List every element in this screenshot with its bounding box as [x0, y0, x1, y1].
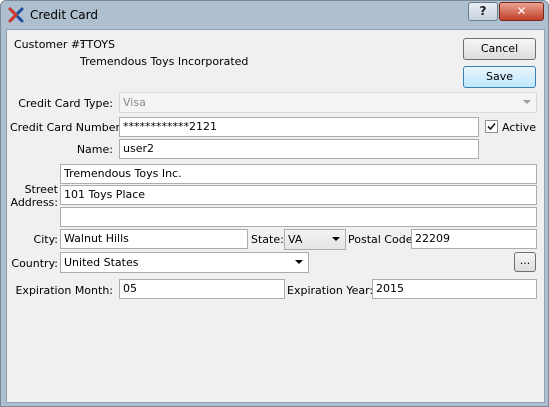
- customer-number: TTOYS: [80, 38, 116, 51]
- customer-name: Tremendous Toys Incorporated: [80, 55, 249, 68]
- title-bar: Credit Card ? ✕: [1, 1, 548, 29]
- cancel-button[interactable]: Cancel: [463, 38, 536, 60]
- street-line-3-field[interactable]: [60, 207, 537, 227]
- postal-code-field[interactable]: 22209: [411, 229, 537, 249]
- active-checkbox[interactable]: [485, 120, 498, 133]
- card-number-label: Credit Card Number:: [10, 121, 124, 134]
- expiration-month-label: Expiration Month:: [15, 284, 113, 297]
- chevron-down-icon: [295, 260, 303, 264]
- window-title: Credit Card: [30, 8, 98, 22]
- dialog-body: Customer #: TTOYS Tremendous Toys Incorp…: [6, 29, 545, 403]
- save-button[interactable]: Save: [463, 66, 536, 88]
- customer-label: Customer #:: [14, 38, 84, 51]
- checkmark-icon: [487, 122, 496, 131]
- chevron-down-icon: [332, 237, 340, 241]
- card-type-select[interactable]: Visa: [119, 92, 537, 113]
- state-select[interactable]: VA: [284, 229, 346, 250]
- credit-card-window: Credit Card ? ✕ Customer #: TTOYS Tremen…: [0, 0, 549, 407]
- street-label: Street: [24, 183, 58, 196]
- help-button[interactable]: ?: [468, 2, 498, 21]
- name-field[interactable]: user2: [119, 139, 479, 159]
- expiration-year-field[interactable]: 2015: [372, 279, 537, 299]
- country-label: Country:: [11, 257, 58, 270]
- street-line-2-field[interactable]: 101 Toys Place: [60, 185, 537, 205]
- country-select[interactable]: United States: [60, 252, 309, 273]
- state-value: VA: [288, 233, 303, 246]
- expiration-year-label: Expiration Year:: [287, 284, 374, 297]
- state-label: State:: [251, 233, 284, 246]
- expiration-month-field[interactable]: 05: [119, 279, 285, 299]
- card-type-value: Visa: [123, 96, 146, 109]
- country-lookup-button[interactable]: ...: [514, 252, 536, 272]
- city-label: City:: [33, 233, 58, 246]
- country-value: United States: [64, 256, 139, 269]
- name-label: Name:: [76, 143, 113, 156]
- active-label: Active: [502, 121, 537, 134]
- city-field[interactable]: Walnut Hills: [60, 229, 248, 249]
- app-logo-icon: [8, 7, 24, 23]
- street-line-1-field[interactable]: Tremendous Toys Inc.: [60, 164, 537, 184]
- card-type-label: Credit Card Type:: [18, 97, 113, 110]
- postal-code-label: Postal Code:: [348, 233, 417, 246]
- close-button[interactable]: ✕: [499, 2, 544, 21]
- card-number-field[interactable]: ************2121: [119, 117, 479, 137]
- chevron-down-icon: [523, 100, 531, 104]
- address-label: Address:: [10, 196, 58, 209]
